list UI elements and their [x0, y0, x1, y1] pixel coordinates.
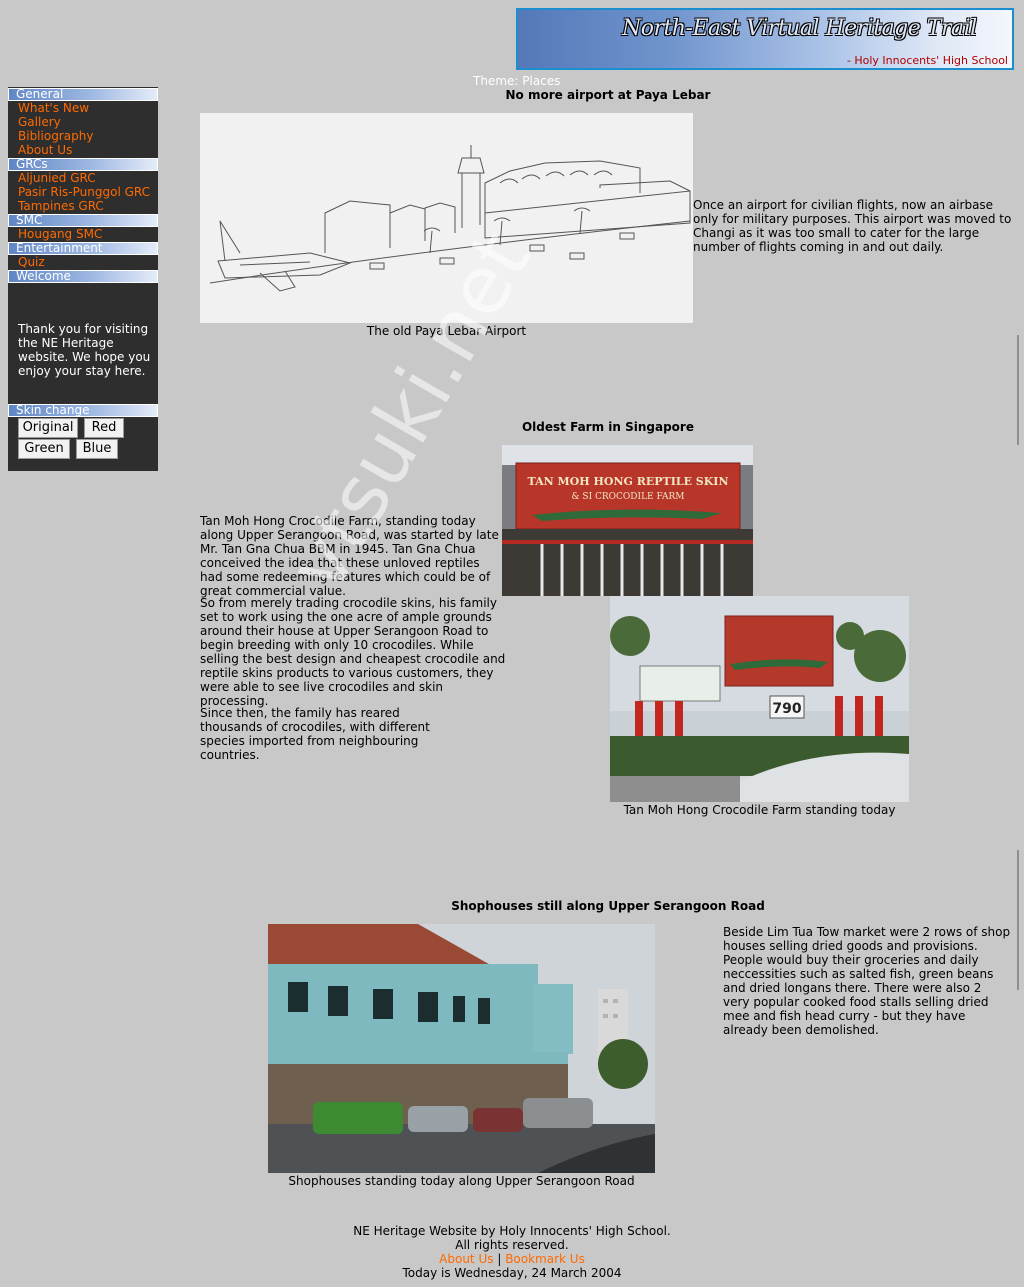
footer-credit: NE Heritage Website by Holy Innocents' H…: [353, 1224, 671, 1238]
nav-aljunied-grc[interactable]: Aljunied GRC: [18, 171, 96, 185]
section-grcs-header: GRCs: [8, 158, 158, 171]
footer-date: Today is Wednesday, 24 March 2004: [402, 1266, 622, 1280]
right-edge-line-bottom: [1017, 850, 1019, 990]
shophouses-photo-drawing: [268, 924, 655, 1173]
section-skin-change-header: Skin change: [8, 404, 158, 417]
shophouses-caption: Shophouses standing today along Upper Se…: [288, 1174, 635, 1188]
nav-whats-new[interactable]: What's New: [18, 101, 89, 115]
farm-paragraph-3: Since then, the family has reared thousa…: [200, 706, 430, 762]
section-general-header: General: [8, 88, 158, 101]
airport-heading: No more airport at Paya Lebar: [505, 88, 711, 102]
farm-heading: Oldest Farm in Singapore: [521, 420, 694, 434]
farm-caption: Tan Moh Hong Crocodile Farm standing tod…: [623, 803, 896, 817]
farm-sign-photo-drawing: TAN MOH HONG REPTILE SKIN & SI CROCODILE…: [502, 445, 753, 596]
nav-hougang-smc[interactable]: Hougang SMC: [18, 227, 102, 241]
sidebar: General What's New Gallery Bibliography …: [8, 87, 158, 471]
footer-rights: All rights reserved.: [455, 1238, 569, 1252]
footer-links: About Us | Bookmark Us: [212, 1252, 812, 1266]
skin-original-button[interactable]: Original: [18, 418, 78, 438]
nav-bibliography[interactable]: Bibliography: [18, 129, 93, 143]
right-edge-line-top: [1017, 335, 1019, 445]
crocodile-farm-sign-photo: TAN MOH HONG REPTILE SKIN & SI CROCODILE…: [502, 445, 753, 596]
farm-sign-subtitle: & SI CROCODILE FARM: [572, 492, 685, 502]
skin-red-button[interactable]: Red: [84, 418, 124, 438]
footer-bookmark-link[interactable]: Bookmark Us: [505, 1252, 585, 1266]
section-smc-header: SMC: [8, 214, 158, 227]
farm-sign-title: TAN MOH HONG REPTILE SKIN: [527, 475, 728, 488]
crocodile-farm-street-photo: 790: [610, 596, 909, 802]
footer-about-us-link[interactable]: About Us: [439, 1252, 493, 1266]
section-welcome-header: Welcome: [8, 270, 158, 283]
shophouses-heading: Shophouses still along Upper Serangoon R…: [451, 899, 765, 913]
nav-gallery[interactable]: Gallery: [18, 115, 61, 129]
farm-street-number: 790: [772, 701, 801, 717]
farm-paragraph-2: So from merely trading crocodile skins, …: [200, 596, 506, 708]
nav-quiz[interactable]: Quiz: [18, 255, 45, 269]
nav-about-us[interactable]: About Us: [18, 143, 72, 157]
section-entertainment-header: Entertainment: [8, 242, 158, 255]
shophouses-photo: [268, 924, 655, 1173]
skin-green-button[interactable]: Green: [18, 439, 70, 459]
farm-street-photo-drawing: 790: [610, 596, 909, 802]
nav-tampines-grc[interactable]: Tampines GRC: [18, 199, 104, 213]
nav-pasir-ris-punggol-grc[interactable]: Pasir Ris-Punggol GRC: [18, 185, 150, 199]
banner-school: - Holy Innocents' High School: [846, 54, 1008, 67]
footer: NE Heritage Website by Holy Innocents' H…: [212, 1224, 812, 1280]
site-banner: North-East Virtual Heritage Trail - Holy…: [516, 8, 1014, 70]
airport-description: Once an airport for civilian flights, no…: [693, 198, 1012, 254]
skin-blue-button[interactable]: Blue: [76, 439, 118, 459]
banner-title: North-East Virtual Heritage Trail: [622, 16, 977, 41]
shophouses-description: Beside Lim Tua Tow market were 2 rows of…: [723, 925, 1011, 1037]
theme-label: Theme: Places: [473, 74, 561, 88]
welcome-text: Thank you for visiting the NE Heritage w…: [18, 322, 151, 378]
footer-separator: |: [497, 1252, 502, 1266]
